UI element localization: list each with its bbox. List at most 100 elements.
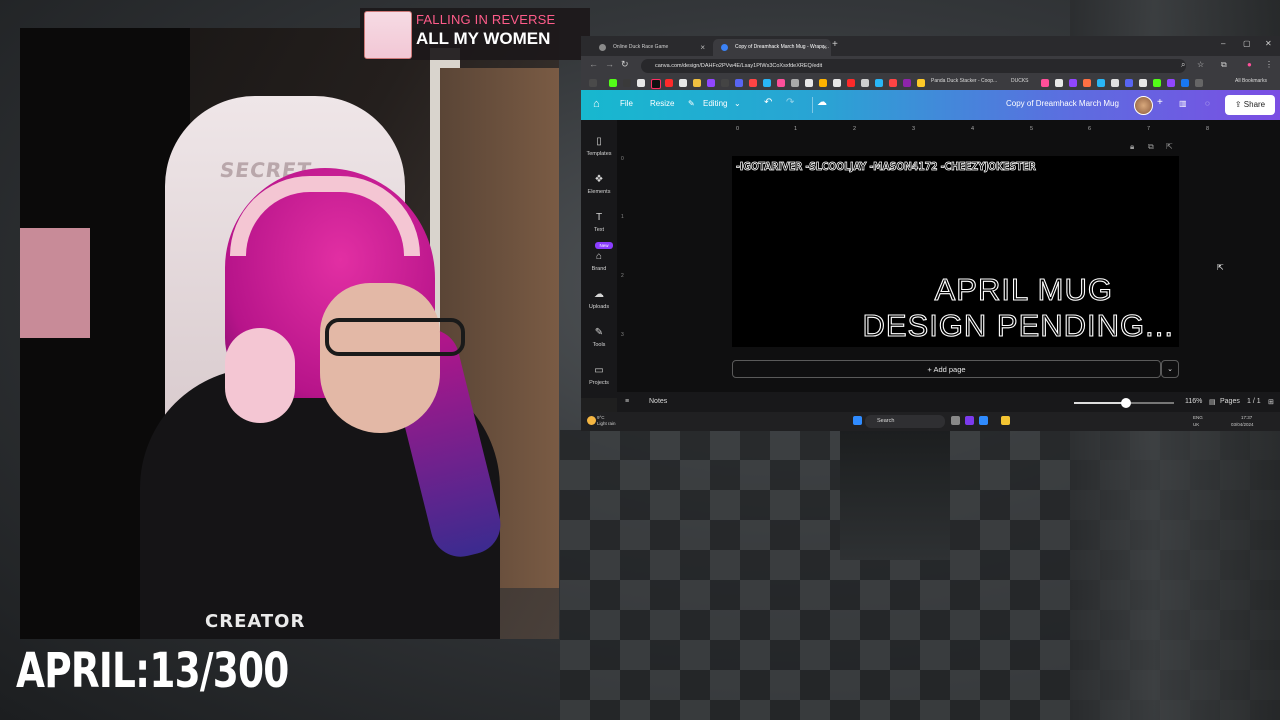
tiktok-icon[interactable] <box>651 79 661 89</box>
notes-button[interactable]: Notes <box>649 398 667 405</box>
bookmark-icon[interactable] <box>777 79 785 87</box>
all-bookmarks[interactable]: All Bookmarks <box>1235 78 1267 84</box>
pages-button[interactable]: Pages <box>1220 398 1240 405</box>
design-names-text[interactable]: -IGOTARIVER -SLCOOLJAY -MASON4172 -CHEEZ… <box>736 160 1037 174</box>
share-button[interactable]: ⇪ Share <box>1225 95 1275 115</box>
home-icon[interactable]: ⌂ <box>593 98 600 110</box>
back-icon[interactable]: ← <box>589 59 598 69</box>
zoom-lens-icon[interactable]: ⌕ <box>1181 60 1185 70</box>
add-page-button[interactable]: + Add page <box>732 360 1161 378</box>
sidebar-item-uploads[interactable]: ☁ Uploads <box>581 289 617 310</box>
twitch-icon[interactable] <box>707 79 715 87</box>
bookmark-icon[interactable] <box>917 79 925 87</box>
bookmark-icon[interactable] <box>763 79 771 87</box>
x-icon[interactable] <box>637 79 645 87</box>
forward-icon[interactable]: → <box>605 59 614 69</box>
bookmark-icon[interactable] <box>861 79 869 87</box>
sidebar-item-elements[interactable]: ❖ Elements <box>581 174 617 195</box>
notes-icon[interactable]: ≡ <box>625 398 629 405</box>
tab-canva[interactable]: Copy of Dreamhack March Mug - Wrapa... × <box>713 39 831 56</box>
bookmark-icon[interactable] <box>889 79 897 87</box>
weather-icon[interactable] <box>587 416 596 425</box>
menu-icon[interactable]: ⋮ <box>1265 60 1273 69</box>
avatar[interactable] <box>1134 96 1153 115</box>
bookmark-ducks[interactable]: DUCKS <box>1011 78 1029 84</box>
bookmark-icon[interactable] <box>805 79 813 87</box>
zoom-level[interactable]: 116% <box>1185 398 1202 405</box>
pages-icon[interactable]: ▤ <box>1209 398 1216 406</box>
bookmark-icon[interactable] <box>1139 79 1147 87</box>
sidebar-item-text[interactable]: T Text <box>581 212 617 233</box>
lock-icon[interactable]: 🔒︎ <box>1130 142 1134 152</box>
profile-icon[interactable]: ● <box>1247 60 1252 69</box>
sidebar-item-projects[interactable]: ▭ Projects <box>581 365 617 386</box>
undo-icon[interactable]: ↶ <box>764 97 772 108</box>
tab-duck-race[interactable]: Online Duck Race Game × <box>591 39 709 56</box>
zoom-slider-handle[interactable] <box>1121 398 1131 408</box>
bookmark-icon[interactable] <box>1041 79 1049 87</box>
chevron-down-icon[interactable]: ⌄ <box>1161 360 1179 378</box>
design-canvas[interactable]: -IGOTARIVER -SLCOOLJAY -MASON4172 -CHEEZ… <box>732 156 1179 347</box>
youtube-icon[interactable] <box>665 79 673 87</box>
bookmark-icon[interactable] <box>1111 79 1119 87</box>
design-heading-line2[interactable]: DESIGN PENDING... <box>862 307 1174 344</box>
add-page-icon[interactable]: ⇱ <box>1166 142 1173 151</box>
bookmark-icon[interactable] <box>1125 79 1133 87</box>
bookmark-icon[interactable] <box>833 79 841 87</box>
bookmark-icon[interactable] <box>903 79 911 87</box>
maximize-icon[interactable]: ▢ <box>1243 39 1251 48</box>
close-tab-icon[interactable]: × <box>822 39 827 56</box>
bookmark-icon[interactable] <box>1167 79 1175 87</box>
bookmark-panda-duck[interactable]: Panda Duck Stacker - Coop... <box>931 78 997 84</box>
kick-icon[interactable] <box>609 79 617 87</box>
bookmark-icon[interactable] <box>589 79 597 87</box>
bookmark-icon[interactable] <box>1195 79 1203 87</box>
taskbar-app-icon[interactable] <box>979 416 988 425</box>
file-explorer-icon[interactable] <box>1001 416 1010 425</box>
taskbar-search[interactable]: Search <box>865 415 945 428</box>
facebook-icon[interactable] <box>1181 79 1189 87</box>
sidebar-item-templates[interactable]: ▯ Templates <box>581 136 617 157</box>
bookmark-icon[interactable] <box>1069 79 1077 87</box>
extensions-icon[interactable]: ⧉ <box>1221 60 1227 70</box>
zoom-slider[interactable] <box>1074 398 1174 408</box>
editing-mode-dropdown[interactable]: Editing <box>703 99 727 108</box>
bookmark-icon[interactable] <box>875 79 883 87</box>
close-window-icon[interactable]: ✕ <box>1265 39 1272 48</box>
star-icon[interactable]: ☆ <box>1197 60 1204 69</box>
bookmark-icon[interactable] <box>847 79 855 87</box>
windows-start-icon[interactable] <box>853 416 862 425</box>
analytics-icon[interactable]: ▥ <box>1179 99 1187 108</box>
bookmark-icon[interactable] <box>749 79 757 87</box>
bookmark-icon[interactable] <box>1153 79 1161 87</box>
duplicate-page-icon[interactable]: ⧉ <box>1148 142 1154 152</box>
sidebar-item-tools[interactable]: ✎ Tools <box>581 327 617 348</box>
design-heading-line1[interactable]: APRIL MUG <box>934 271 1113 308</box>
bookmark-icon[interactable] <box>721 79 729 87</box>
redo-icon[interactable]: ↷ <box>786 97 794 108</box>
task-view-icon[interactable] <box>951 416 960 425</box>
resize-button[interactable]: Resize <box>650 99 674 108</box>
bookmark-icon[interactable] <box>679 79 687 87</box>
bookmark-icon[interactable] <box>623 79 631 87</box>
bookmark-icon[interactable] <box>791 79 799 87</box>
document-title[interactable]: Copy of Dreamhack March Mug <box>1006 99 1119 108</box>
minimize-icon[interactable]: – <box>1221 39 1225 48</box>
close-tab-icon[interactable]: × <box>700 39 705 56</box>
add-collaborator-icon[interactable]: + <box>1157 97 1163 108</box>
taskbar-app-icon[interactable] <box>965 416 974 425</box>
grid-view-icon[interactable]: ⊞ <box>1268 398 1274 406</box>
file-menu[interactable]: File <box>620 99 633 108</box>
bookmark-icon[interactable] <box>1055 79 1063 87</box>
cloud-save-icon[interactable]: ☁ <box>817 97 827 108</box>
sidebar-item-brand[interactable]: ⌂ Brand <box>581 251 617 272</box>
bookmark-icon[interactable] <box>1097 79 1105 87</box>
chevron-down-icon[interactable]: ⌄ <box>734 99 741 108</box>
new-tab-icon[interactable]: + <box>832 39 838 50</box>
reload-icon[interactable]: ↻ <box>621 59 629 70</box>
url-field[interactable]: canva.com/design/DAHFo2PVw4E/Lsay1PIWs3C… <box>641 59 1186 73</box>
comment-icon[interactable]: ◌ <box>1205 99 1210 108</box>
bookmark-icon[interactable] <box>1083 79 1091 87</box>
bookmark-icon[interactable] <box>693 79 701 87</box>
discord-icon[interactable] <box>735 79 743 87</box>
